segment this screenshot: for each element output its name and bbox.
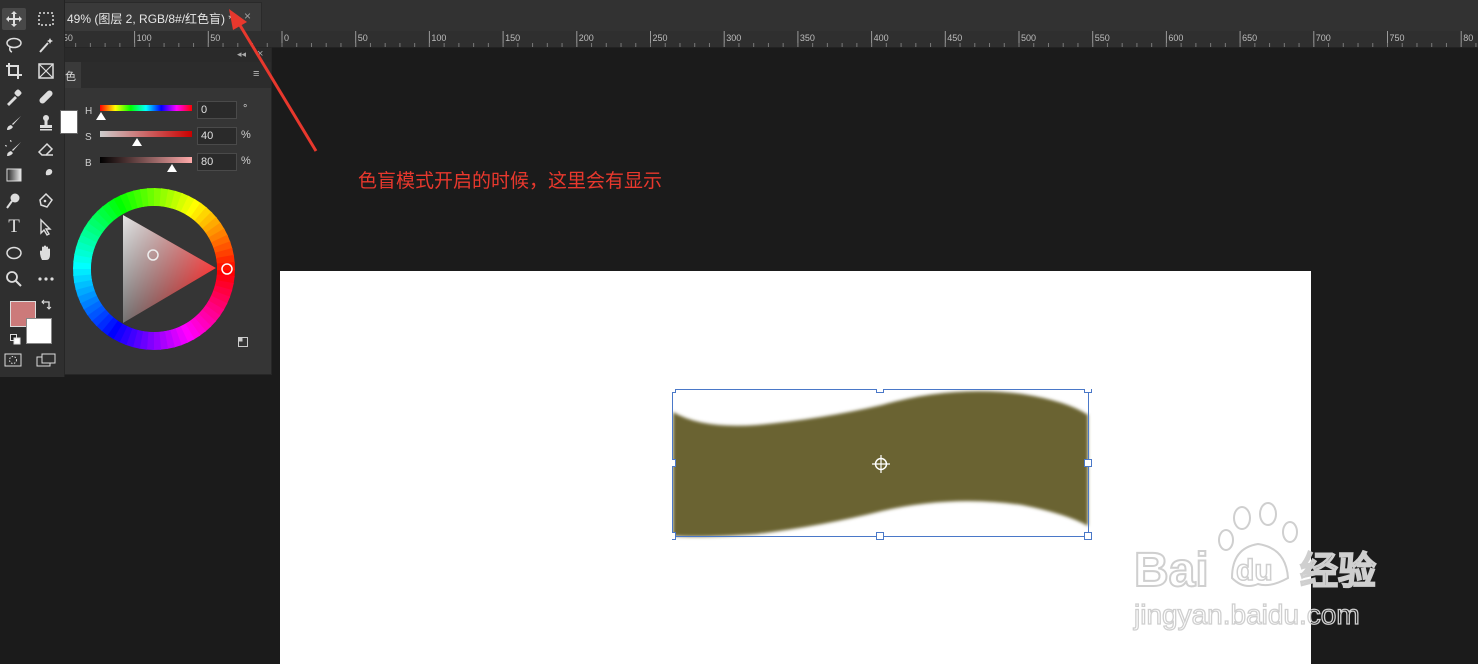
pointer-arrow-icon (40, 218, 52, 236)
ruler-label: 700 (1316, 33, 1331, 43)
ruler-label: 350 (800, 33, 815, 43)
transform-handle[interactable] (876, 389, 884, 393)
gradient-tool[interactable] (2, 164, 26, 186)
ruler-label: 450 (947, 33, 962, 43)
pen-icon (39, 192, 53, 208)
ruler-label: 500 (1021, 33, 1036, 43)
swap-colors-icon[interactable] (40, 298, 52, 310)
more-tools[interactable] (34, 268, 58, 290)
ellipse-tool[interactable] (2, 242, 26, 264)
wave-shape-layer[interactable] (672, 389, 1092, 541)
ruler-label: 200 (579, 33, 594, 43)
ruler-label: 750 (1390, 33, 1405, 43)
hand-tool[interactable] (34, 242, 58, 264)
ruler-label: 150 (505, 33, 520, 43)
path-selection-tool[interactable] (34, 216, 58, 238)
smudge-tool[interactable] (34, 164, 58, 186)
quick-mask-icon[interactable] (4, 353, 22, 367)
brightness-slider-thumb[interactable] (167, 164, 177, 172)
ellipse-icon (6, 246, 22, 260)
ruler-label: 80 (1463, 33, 1473, 43)
hand-icon (40, 245, 50, 260)
transform-handle[interactable] (1084, 532, 1092, 540)
transform-handle[interactable] (1084, 389, 1092, 393)
annotation-arrow (229, 9, 318, 152)
dodge-tool[interactable] (2, 190, 26, 212)
out-of-gamut-icon[interactable] (238, 334, 248, 347)
transform-handle[interactable] (876, 532, 884, 540)
transform-handle[interactable] (1084, 459, 1092, 467)
watermark-brand-right: du (1236, 554, 1273, 587)
watermark-brand-left: Bai (1134, 544, 1209, 597)
ruler-label: 250 (653, 33, 668, 43)
default-colors-icon[interactable] (10, 332, 21, 345)
dodge-icon (6, 193, 20, 209)
ruler-label: 550 (1095, 33, 1110, 43)
zoom-tool[interactable] (2, 268, 26, 290)
ellipsis-icon (38, 277, 54, 281)
ruler-label: 650 (1242, 33, 1257, 43)
transform-handle[interactable] (672, 532, 676, 540)
watermark-url: jingyan.baidu.com (1133, 599, 1360, 630)
pen-tool[interactable] (34, 190, 58, 212)
transform-handle[interactable] (672, 459, 676, 467)
background-color-swatch[interactable] (26, 318, 52, 344)
type-tool[interactable]: T (2, 216, 26, 238)
watermark-brand-cn: 经验 (1300, 549, 1376, 593)
ruler-label: 100 (431, 33, 446, 43)
transform-handle[interactable] (672, 389, 676, 393)
color-wheel[interactable] (71, 186, 237, 352)
gradient-icon (6, 168, 22, 182)
ruler-label: 50 (358, 33, 368, 43)
baidu-jingyan-watermark: Bai du 经验 jingyan.baidu.com (1132, 502, 1377, 631)
smudge-icon (41, 169, 53, 182)
ruler-label: 300 (726, 33, 741, 43)
screen-mode-icon[interactable] (36, 353, 56, 367)
ruler-label: 600 (1168, 33, 1183, 43)
magnifier-icon (6, 271, 22, 287)
annotation-text: 色盲模式开启的时候，这里会有显示 (358, 171, 663, 192)
ruler-label: 400 (874, 33, 889, 43)
